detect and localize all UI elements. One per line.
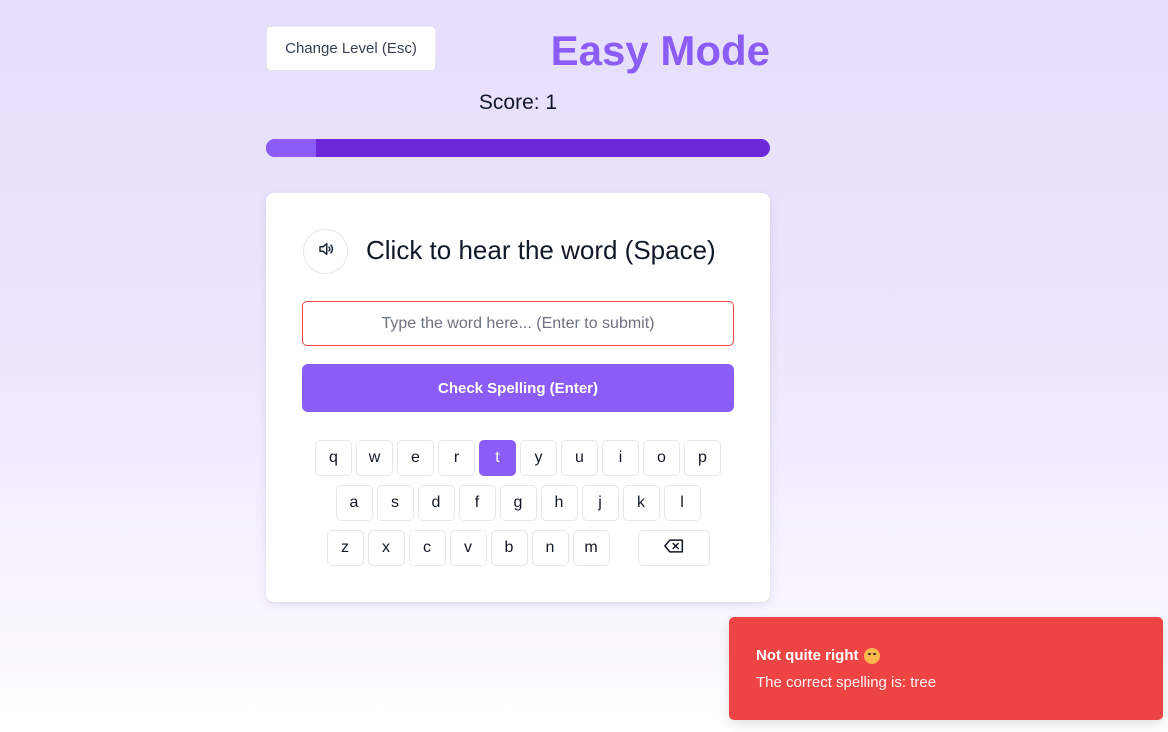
key-r[interactable]: r xyxy=(438,440,475,476)
key-m[interactable]: m xyxy=(572,530,610,566)
key-n[interactable]: n xyxy=(531,530,569,566)
key-y[interactable]: y xyxy=(520,440,557,476)
key-q[interactable]: q xyxy=(315,440,352,476)
key-p[interactable]: p xyxy=(684,440,721,476)
key-e[interactable]: e xyxy=(397,440,434,476)
keyboard-row-3: zxcvbnm xyxy=(266,530,770,566)
word-input[interactable] xyxy=(302,301,734,346)
key-i[interactable]: i xyxy=(602,440,639,476)
key-o[interactable]: o xyxy=(643,440,680,476)
key-b[interactable]: b xyxy=(490,530,528,566)
key-h[interactable]: h xyxy=(540,485,578,521)
key-a[interactable]: a xyxy=(335,485,373,521)
progress-bar-fill xyxy=(266,139,317,157)
backspace-key[interactable] xyxy=(637,530,710,566)
toast-message: The correct spelling is: tree xyxy=(756,674,937,691)
key-u[interactable]: u xyxy=(561,440,598,476)
key-g[interactable]: g xyxy=(499,485,537,521)
key-c[interactable]: c xyxy=(408,530,446,566)
keyboard-row-1: qwertyuiop xyxy=(266,440,770,476)
key-d[interactable]: d xyxy=(417,485,455,521)
speaker-icon xyxy=(317,240,335,263)
backspace-icon xyxy=(663,538,684,558)
key-w[interactable]: w xyxy=(356,440,393,476)
key-k[interactable]: k xyxy=(622,485,660,521)
toast-title: Not quite right xyxy=(756,647,859,664)
spelling-card: Click to hear the word (Space) Check Spe… xyxy=(266,193,770,602)
key-t[interactable]: t xyxy=(479,440,516,476)
key-v[interactable]: v xyxy=(449,530,487,566)
progress-bar xyxy=(266,139,770,157)
mode-title: Easy Mode xyxy=(550,27,770,74)
score-display: Score: 1 xyxy=(478,91,558,114)
toast-title-wrap: Not quite right xyxy=(756,647,881,664)
key-x[interactable]: x xyxy=(367,530,405,566)
key-l[interactable]: l xyxy=(663,485,701,521)
key-f[interactable]: f xyxy=(458,485,496,521)
feedback-toast: Not quite right The correct spelling is:… xyxy=(729,617,1163,720)
keyboard-row-2: asdfghjkl xyxy=(266,485,770,521)
change-level-button[interactable]: Change Level (Esc) xyxy=(266,26,436,71)
smiling-emoji-icon xyxy=(864,647,881,664)
header: Change Level (Esc) Easy Mode xyxy=(266,26,770,74)
key-z[interactable]: z xyxy=(326,530,364,566)
play-word-button[interactable] xyxy=(303,229,348,274)
key-s[interactable]: s xyxy=(376,485,414,521)
hear-word-label[interactable]: Click to hear the word (Space) xyxy=(366,235,716,266)
spelling-app: Change Level (Esc) Easy Mode Score: 1 Cl… xyxy=(266,26,770,602)
key-j[interactable]: j xyxy=(581,485,619,521)
check-spelling-button[interactable]: Check Spelling (Enter) xyxy=(302,364,734,412)
